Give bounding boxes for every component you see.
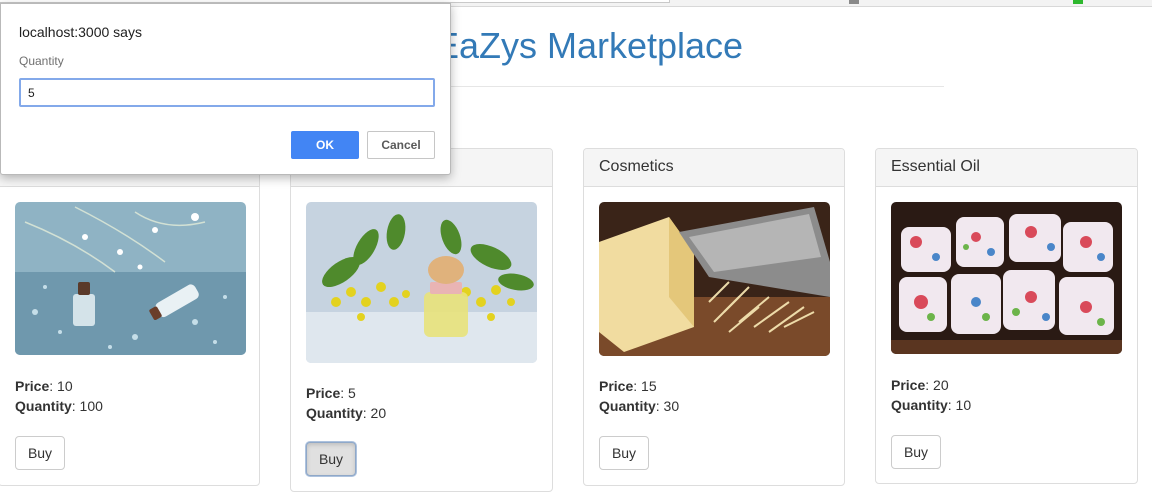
price-value: : 5 [340, 385, 356, 401]
extension-green-icon[interactable] [1073, 0, 1083, 4]
product-name: Essential Oil [876, 149, 1137, 187]
buy-button[interactable]: Buy [891, 435, 941, 469]
price-label: Price [15, 378, 50, 394]
product-card: Price: 10 Quantity: 100 Buy [0, 148, 260, 486]
price-value: : 15 [633, 378, 657, 394]
price-label: Price [306, 385, 341, 401]
quantity-value: : 30 [655, 398, 680, 414]
quantity-label: Quantity [306, 405, 363, 421]
dialog-title: localhost:3000 says [19, 24, 142, 40]
dialog-message: Quantity [19, 54, 64, 68]
product-card: Cosmetics Price: 15 Quantity: 30 Buy [583, 148, 845, 486]
quantity-value: : 100 [71, 398, 103, 414]
perfume-bottles-icon [15, 202, 246, 355]
product-name: Cosmetics [584, 149, 844, 187]
product-info: Price: 15 Quantity: 30 [599, 376, 679, 416]
quantity-label: Quantity [891, 397, 948, 413]
quantity-value: : 20 [362, 405, 387, 421]
product-info: Price: 10 Quantity: 100 [15, 376, 103, 416]
buy-button[interactable]: Buy [599, 436, 649, 470]
oil-flowers-icon [306, 202, 537, 363]
product-info: Price: 20 Quantity: 10 [891, 375, 971, 415]
extension-icon[interactable] [849, 0, 859, 4]
cheese-grater-icon [599, 202, 830, 356]
price-label: Price [599, 378, 634, 394]
floral-mugs-icon [891, 202, 1122, 354]
price-label: Price [891, 377, 926, 393]
product-info: Price: 5 Quantity: 20 [306, 383, 386, 423]
quantity-label: Quantity [599, 398, 656, 414]
prompt-dialog: localhost:3000 says Quantity OK Cancel [0, 3, 451, 175]
buy-button[interactable]: Buy [15, 436, 65, 470]
quantity-label: Quantity [15, 398, 72, 414]
cancel-button[interactable]: Cancel [367, 131, 435, 159]
price-value: : 10 [49, 378, 73, 394]
price-value: : 20 [925, 377, 949, 393]
quantity-value: : 10 [947, 397, 972, 413]
buy-button[interactable]: Buy [306, 442, 356, 476]
quantity-input[interactable] [19, 78, 435, 107]
product-card: Essential Oil Price: 20 Quantity: 10 Buy [875, 148, 1138, 484]
product-card: Price: 5 Quantity: 20 Buy [290, 148, 553, 492]
ok-button[interactable]: OK [291, 131, 359, 159]
